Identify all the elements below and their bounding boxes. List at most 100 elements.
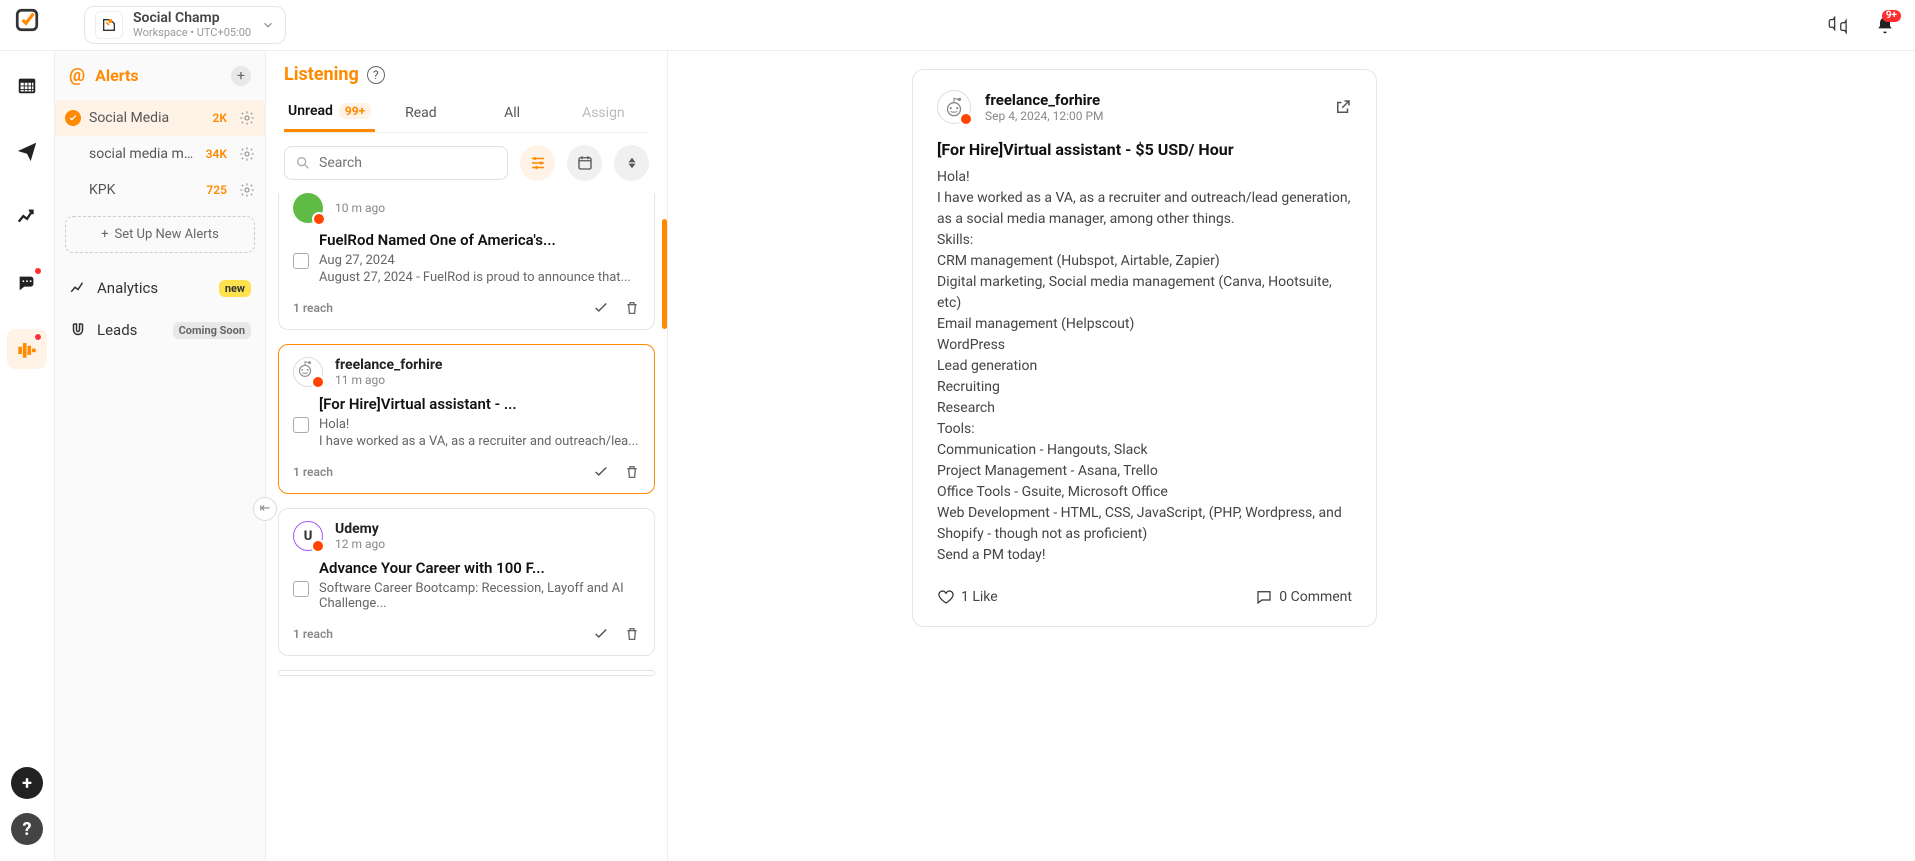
detail-card: freelance_forhire Sep 4, 2024, 12:00 PM … xyxy=(912,69,1377,627)
search-input[interactable] xyxy=(319,155,497,171)
nav-analytics[interactable]: Analytics new xyxy=(55,267,265,309)
nav-engage[interactable] xyxy=(7,263,47,303)
app-logo[interactable] xyxy=(14,7,40,33)
detail-body: Hola! I have worked as a VA, as a recrui… xyxy=(937,167,1352,566)
reddit-badge-icon xyxy=(312,212,326,226)
gear-icon[interactable] xyxy=(239,110,255,126)
tab-all[interactable]: All xyxy=(467,103,558,132)
card-title: Advance Your Career with 100 F... xyxy=(319,559,640,577)
like-label: 1 Like xyxy=(961,589,998,605)
alert-label: KPK xyxy=(89,182,198,198)
card-snippet: August 27, 2024 - FuelRod is proud to an… xyxy=(319,270,640,285)
alert-item-kpk[interactable]: KPK 725 xyxy=(55,172,265,208)
gear-icon[interactable] xyxy=(239,182,255,198)
avatar xyxy=(293,357,323,387)
listening-title: Listening xyxy=(284,64,359,85)
detail-time: Sep 4, 2024, 12:00 PM xyxy=(985,109,1104,123)
alert-item-social-media-ma[interactable]: social media ma... 34K xyxy=(55,136,265,172)
nav-send[interactable] xyxy=(7,131,47,171)
workspace-name: Social Champ xyxy=(133,11,251,26)
nav-leads[interactable]: Leads Coming Soon xyxy=(55,309,265,351)
heart-icon xyxy=(937,588,955,606)
workspace-switcher[interactable]: Social Champ Workspace • UTC+05:00 xyxy=(84,6,286,44)
card-title: [For Hire]Virtual assistant - ... xyxy=(319,395,640,413)
nav-calendar[interactable] xyxy=(7,65,47,105)
feed-card[interactable]: 10 m ago FuelRod Named One of America's.… xyxy=(278,193,655,330)
search-icon xyxy=(295,155,311,171)
feedback-icon[interactable] xyxy=(1827,15,1853,35)
card-checkbox[interactable] xyxy=(293,417,309,433)
check-icon xyxy=(65,110,81,126)
workspace-icon xyxy=(95,11,123,39)
plus-icon: + xyxy=(101,227,108,242)
comment-icon xyxy=(1255,588,1273,606)
comment-button[interactable]: 0 Comment xyxy=(1255,588,1352,606)
chevron-down-icon xyxy=(261,18,275,32)
reddit-badge-icon xyxy=(959,112,973,126)
card-time: 10 m ago xyxy=(335,201,385,215)
tab-label: Unread xyxy=(288,103,333,119)
card-reach: 1 reach xyxy=(293,465,333,479)
mark-read-icon[interactable] xyxy=(592,299,610,317)
delete-icon[interactable] xyxy=(624,625,640,643)
nav-engage-dot xyxy=(34,267,42,275)
card-time: 12 m ago xyxy=(335,537,385,551)
mark-read-icon[interactable] xyxy=(592,463,610,481)
magnet-icon xyxy=(69,321,87,339)
mark-read-icon[interactable] xyxy=(592,625,610,643)
alert-label: social media ma... xyxy=(89,146,198,162)
open-external-icon[interactable] xyxy=(1334,98,1352,116)
side-panel: @ Alerts + Social Media 2K social media … xyxy=(55,51,266,861)
detail-title: [For Hire]Virtual assistant - $5 USD/ Ho… xyxy=(937,140,1352,159)
help-button[interactable]: ? xyxy=(11,813,43,845)
card-author: freelance_forhire xyxy=(335,357,442,373)
sort-button[interactable] xyxy=(614,145,649,181)
tab-unread[interactable]: Unread 99+ xyxy=(284,103,375,132)
tab-assign: Assign xyxy=(558,103,649,132)
top-bar: Social Champ Workspace • UTC+05:00 9+ xyxy=(0,0,1915,51)
tab-count: 99+ xyxy=(339,103,371,119)
add-alert-button[interactable]: + xyxy=(231,66,251,86)
card-checkbox[interactable] xyxy=(293,581,309,597)
delete-icon[interactable] xyxy=(624,463,640,481)
feed-card-partial[interactable] xyxy=(278,670,655,676)
add-button[interactable]: + xyxy=(11,767,43,799)
detail-author: freelance_forhire xyxy=(985,91,1104,109)
scrollbar-thumb[interactable] xyxy=(662,219,667,329)
filter-button[interactable] xyxy=(520,145,555,181)
avatar xyxy=(937,90,971,124)
nav-rail: + ? xyxy=(0,51,55,861)
reddit-badge-icon xyxy=(311,375,325,389)
alerts-title: Alerts xyxy=(95,66,221,85)
card-author: Udemy xyxy=(335,521,385,537)
nav-analytics[interactable] xyxy=(7,197,47,237)
alert-count: 34K xyxy=(206,147,227,161)
gear-icon[interactable] xyxy=(239,146,255,162)
alert-count: 725 xyxy=(206,183,227,197)
avatar: U xyxy=(293,521,323,551)
delete-icon[interactable] xyxy=(624,299,640,317)
detail-column: freelance_forhire Sep 4, 2024, 12:00 PM … xyxy=(668,51,1915,861)
like-button[interactable]: 1 Like xyxy=(937,588,998,606)
tab-read[interactable]: Read xyxy=(375,103,466,132)
card-checkbox[interactable] xyxy=(293,253,309,269)
alerts-icon: @ xyxy=(69,65,85,86)
tab-label: All xyxy=(504,105,520,121)
reddit-badge-icon xyxy=(311,539,325,553)
alert-item-social-media[interactable]: Social Media 2K xyxy=(55,100,265,136)
search-box[interactable] xyxy=(284,146,508,180)
card-reach: 1 reach xyxy=(293,301,333,315)
card-date: Aug 27, 2024 xyxy=(319,253,640,268)
feed-card[interactable]: freelance_forhire 11 m ago [For Hire]Vir… xyxy=(278,344,655,494)
help-icon[interactable]: ? xyxy=(367,66,385,84)
setup-new-alerts-button[interactable]: + Set Up New Alerts xyxy=(65,216,255,253)
tab-label: Read xyxy=(405,105,437,121)
nav-listening[interactable] xyxy=(7,329,47,369)
card-reach: 1 reach xyxy=(293,627,333,641)
feed-card[interactable]: U Udemy 12 m ago Advance Your Career wit… xyxy=(278,508,655,656)
date-filter-button[interactable] xyxy=(567,145,602,181)
notifications-button[interactable]: 9+ xyxy=(1875,14,1895,36)
analytics-label: Analytics xyxy=(97,279,158,297)
alert-label: Social Media xyxy=(89,110,205,126)
avatar xyxy=(293,193,323,223)
